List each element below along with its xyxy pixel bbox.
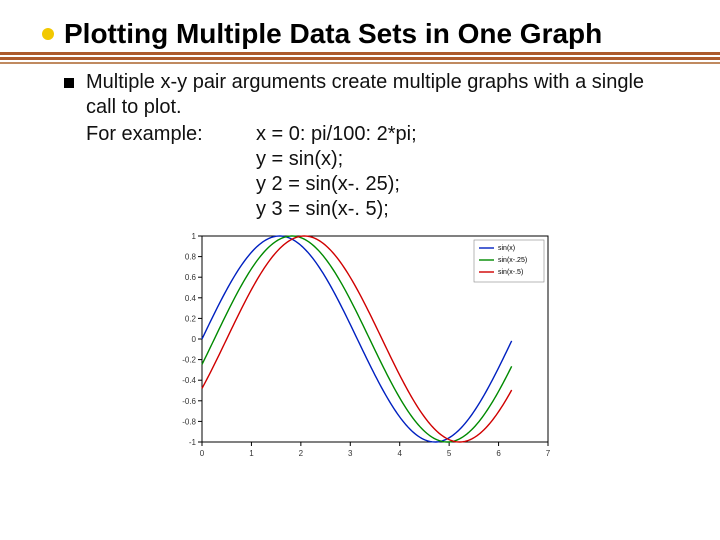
code-line: y 2 = sin(x-. 25); — [256, 172, 417, 197]
svg-text:sin(x-.25): sin(x-.25) — [498, 257, 527, 264]
svg-text:0.2: 0.2 — [185, 315, 197, 324]
svg-text:1: 1 — [192, 232, 197, 241]
square-bullet-icon — [64, 78, 74, 88]
svg-text:6: 6 — [496, 449, 501, 458]
svg-text:0: 0 — [200, 449, 205, 458]
svg-text:0.8: 0.8 — [185, 253, 197, 262]
svg-text:-0.2: -0.2 — [182, 356, 196, 365]
body-bullet-text: Multiple x-y pair arguments create multi… — [86, 70, 670, 120]
example-label: For example: — [86, 122, 256, 222]
chart: -1 -0.8 -0.6 -0.4 -0.2 0 0.2 0.4 0.6 0.8 1 0 1 2 3 4 5 6 7… — [160, 226, 560, 466]
svg-text:4: 4 — [397, 449, 402, 458]
page-title: Plotting Multiple Data Sets in One Graph — [64, 18, 602, 50]
code-block: x = 0: pi/100: 2*pi; y = sin(x); y 2 = s… — [256, 122, 417, 222]
svg-text:sin(x-.5): sin(x-.5) — [498, 269, 523, 276]
svg-text:0.4: 0.4 — [185, 294, 197, 303]
code-line: y 3 = sin(x-. 5); — [256, 197, 417, 222]
svg-text:-1: -1 — [189, 438, 197, 447]
title-bullet-icon — [42, 28, 54, 40]
svg-text:-0.8: -0.8 — [182, 418, 196, 427]
svg-text:1: 1 — [249, 449, 254, 458]
svg-text:7: 7 — [546, 449, 551, 458]
svg-text:-0.4: -0.4 — [182, 376, 196, 385]
code-line: x = 0: pi/100: 2*pi; — [256, 122, 417, 147]
svg-text:-0.6: -0.6 — [182, 397, 196, 406]
svg-text:2: 2 — [299, 449, 304, 458]
svg-text:sin(x): sin(x) — [498, 245, 515, 252]
divider-rule — [0, 52, 720, 64]
code-line: y = sin(x); — [256, 147, 417, 172]
svg-text:0: 0 — [192, 335, 197, 344]
svg-text:0.6: 0.6 — [185, 273, 197, 282]
svg-text:3: 3 — [348, 449, 353, 458]
svg-text:5: 5 — [447, 449, 452, 458]
